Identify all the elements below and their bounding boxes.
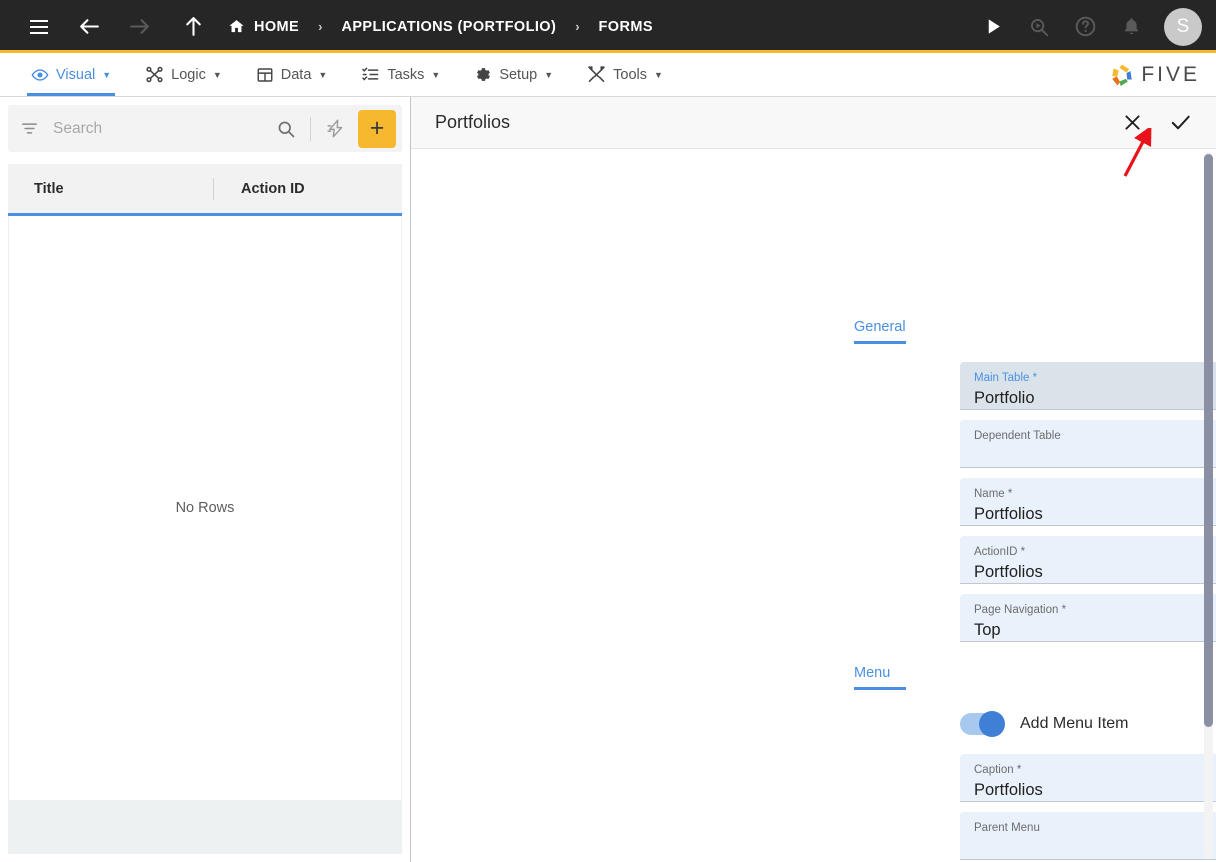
menu-item-setup[interactable]: Setup ▼ [457,53,570,96]
field-name[interactable]: Name * Portfolios [960,478,1216,526]
field-dependent-table[interactable]: Dependent Table [960,420,1216,468]
form-editor-header: Portfolios [411,97,1216,149]
field-value: Portfolios [974,563,1043,581]
field-parent-menu[interactable]: Parent Menu [960,812,1216,860]
menu-item-label: Setup [499,66,538,83]
module-menu-bar: Visual ▼ Logic ▼ Data ▼ Tasks ▼ Setup ▼ … [0,53,1216,97]
avatar[interactable]: S [1164,7,1202,46]
menu-item-logic[interactable]: Logic ▼ [128,53,239,96]
breadcrumb-item-home[interactable]: HOME [228,18,299,35]
vertical-scrollbar[interactable] [1204,152,1213,859]
field-value: Top [974,621,1001,639]
forms-list-panel: + Title Action ID No Rows [0,97,411,862]
menu-item-label: Visual [56,66,96,83]
form-editor-body: General Main Table * Portfolio Dependent… [411,149,1216,862]
notification-bell-icon[interactable] [1110,7,1152,47]
field-label: Main Table * [974,372,1038,384]
topbar-actions: S [972,7,1202,47]
menu-item-label: Tasks [387,66,425,83]
field-label: Name * [974,488,1013,500]
menu-item-label: Tools [613,66,647,83]
field-value: Portfolio [974,389,1035,407]
add-menu-item-label: Add Menu Item [1020,715,1129,732]
main-content-area: + Title Action ID No Rows Portfolios [0,97,1216,862]
breadcrumb-separator: › [318,19,323,34]
breadcrumb-label: APPLICATIONS (PORTFOLIO) [341,18,557,35]
chevron-down-icon: ▼ [544,69,554,80]
form-editor-panel: Portfolios General Main Table * Portfoli… [411,97,1216,862]
chevron-down-icon: ▼ [318,69,328,80]
field-main-table[interactable]: Main Table * Portfolio [960,362,1216,410]
up-arrow-icon[interactable] [172,7,214,47]
menu-item-tools[interactable]: Tools ▼ [570,53,680,96]
chevron-down-icon: ▼ [431,69,441,80]
add-form-button[interactable]: + [358,109,396,148]
checklist-icon [361,65,380,84]
close-x-button[interactable] [1122,112,1143,133]
lightning-bolt-icon[interactable] [317,118,354,139]
section-label-menu[interactable]: Menu [854,665,907,690]
breadcrumb: HOME › APPLICATIONS (PORTFOLIO) › FORMS [228,18,653,35]
wrench-screwdriver-icon [587,65,606,84]
five-brand-logo: FIVE [1109,53,1216,96]
field-label: Dependent Table [974,430,1061,442]
breadcrumb-separator: › [575,19,580,34]
gear-icon [474,66,492,84]
form-editor-actions [1122,111,1192,134]
field-caption[interactable]: Caption * Portfolios [960,754,1216,802]
chevron-down-icon: ▼ [102,69,112,80]
field-label: Page Navigation * [974,604,1067,616]
chevron-down-icon: ▼ [212,69,222,80]
search-icon[interactable] [268,119,304,139]
breadcrumb-label: HOME [254,18,300,35]
top-navigation-bar: HOME › APPLICATIONS (PORTFOLIO) › FORMS [0,0,1216,53]
field-label: Caption * [974,764,1022,776]
five-pinwheel-icon [1109,62,1135,88]
page-title: Portfolios [435,112,511,132]
logic-nodes-icon [145,65,164,84]
scrollbar-thumb[interactable] [1204,154,1213,727]
column-header-title[interactable]: Title [8,181,213,197]
forms-grid-footer [8,800,402,854]
run-play-icon[interactable] [972,7,1014,47]
menu-item-visual[interactable]: Visual ▼ [14,53,128,96]
breadcrumb-item-applications[interactable]: APPLICATIONS (PORTFOLIO) [341,19,556,35]
empty-state-text: No Rows [175,500,235,516]
search-magnifier-icon[interactable] [1018,7,1060,47]
chevron-down-icon: ▼ [654,69,663,80]
table-grid-icon [256,66,274,84]
column-header-action-id[interactable]: Action ID [214,181,305,197]
field-value: Portfolios [974,781,1043,799]
breadcrumb-label: FORMS [598,18,653,35]
filter-icon[interactable] [20,119,39,138]
eye-icon [31,66,49,84]
breadcrumb-item-forms[interactable]: FORMS [599,19,653,35]
add-menu-item-row: Add Menu Item [960,711,1129,737]
search-toolbar: + [8,105,402,152]
tab-general[interactable]: General [854,319,906,344]
field-label: Parent Menu [974,822,1040,834]
forward-arrow-icon[interactable] [118,7,160,47]
back-arrow-icon[interactable] [68,7,110,47]
field-value: Portfolios [974,505,1043,523]
help-question-icon[interactable] [1064,7,1106,47]
toggle-knob [979,711,1005,737]
menu-item-label: Data [280,66,312,83]
search-input[interactable] [53,119,268,138]
home-icon [228,18,245,35]
forms-grid-header: Title Action ID [8,164,402,216]
menu-item-data[interactable]: Data ▼ [239,53,345,96]
menu-item-label: Logic [171,66,206,83]
field-label: ActionID * [974,546,1026,558]
save-check-button[interactable] [1169,111,1192,134]
forms-grid-body: No Rows [8,216,402,800]
field-action-id[interactable]: ActionID * Portfolios [960,536,1216,584]
field-page-navigation[interactable]: Page Navigation * Top [960,594,1216,642]
form-scroll-area: General Main Table * Portfolio Dependent… [411,149,1216,862]
five-wordmark: FIVE [1141,62,1200,86]
menu-item-tasks[interactable]: Tasks ▼ [344,53,457,96]
toolbar-divider [310,116,311,141]
hamburger-menu-icon[interactable] [18,7,60,47]
add-menu-item-toggle[interactable] [960,711,1005,737]
